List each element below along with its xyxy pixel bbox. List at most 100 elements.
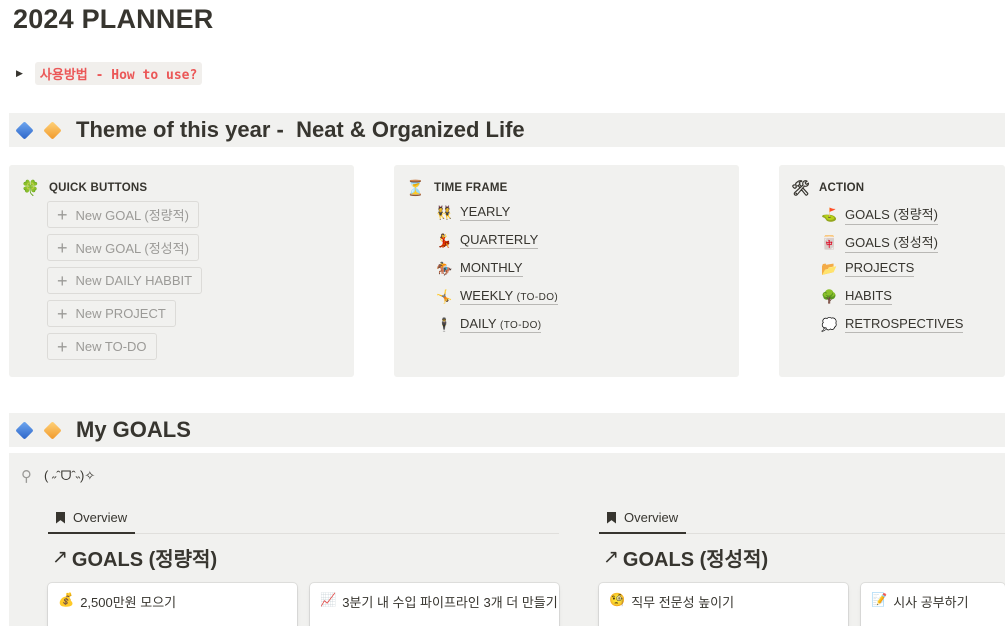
monocle-face-icon: 🧐	[609, 592, 626, 607]
time-frame-header: ⏳ TIME FRAME	[406, 179, 508, 197]
link-arrow-icon: ↗	[603, 547, 619, 568]
button-label: New GOAL (정성적)	[75, 241, 189, 256]
tab-label: Overview	[624, 510, 679, 525]
theme-title: Theme of this year - Neat & Organized Li…	[76, 117, 525, 143]
golf-flag-icon: ⛳	[821, 206, 838, 222]
action-header: 🛠 ACTION	[791, 179, 864, 197]
link-label: GOALS (정량적)	[845, 204, 938, 225]
link-monthly[interactable]: 🏇 MONTHLY	[436, 260, 523, 277]
tree-icon: 🌳	[821, 288, 838, 304]
link-label: DAILY (TO-DO)	[460, 316, 542, 333]
dancer-icon: 💃	[436, 232, 453, 248]
goal-card-label: 3분기 내 수입 파이프라인 3개 더 만들기	[342, 595, 558, 610]
new-goal-quant-button[interactable]: + New GOAL (정량적)	[47, 201, 199, 228]
kaomoji-text: ( ˶ˆᗜˆ˵)✧	[44, 468, 96, 483]
horse-racing-icon: 🏇	[436, 260, 453, 276]
goals-quant-label: GOALS (정량적)	[71, 549, 218, 571]
memo-icon: 📝	[871, 592, 888, 607]
button-label: New PROJECT	[75, 306, 166, 321]
kaomoji-line: ⚲ ( ˶ˆᗜˆ˵)✧	[21, 467, 95, 485]
link-goals-quant[interactable]: ⛳ GOALS (정량적)	[821, 204, 938, 225]
sparkle-search-icon: ⚲	[21, 468, 32, 485]
money-bag-icon: 💰	[58, 592, 75, 607]
folder-icon: 📂	[821, 260, 838, 276]
orange-diamond-icon	[43, 120, 62, 140]
link-label: RETROSPECTIVES	[845, 316, 964, 333]
button-label: New TO-DO	[75, 339, 147, 354]
new-project-button[interactable]: + New PROJECT	[47, 300, 176, 327]
cartwheel-icon: 🤸	[436, 288, 453, 304]
goals-quant-title[interactable]: ↗ GOALS (정량적)	[52, 543, 217, 572]
thought-bubble-icon: 💭	[821, 316, 838, 332]
link-daily[interactable]: 🕴 DAILY (TO-DO)	[436, 316, 542, 333]
weekly-suffix: (TO-DO)	[516, 292, 559, 303]
goal-card[interactable]: 📝 시사 공부하기	[861, 583, 1005, 626]
goal-card[interactable]: 📈 3분기 내 수입 파이프라인 3개 더 만들기	[310, 583, 559, 626]
plus-icon: +	[57, 204, 68, 225]
link-weekly[interactable]: 🤸 WEEKLY (TO-DO)	[436, 288, 559, 305]
levitating-man-icon: 🕴	[436, 316, 453, 332]
goal-card[interactable]: 💰 2,500만원 모으기	[48, 583, 297, 626]
goals-qual-title[interactable]: ↗ GOALS (정성적)	[603, 543, 768, 572]
blue-diamond-icon	[15, 420, 34, 440]
link-goals-qual[interactable]: 🀄 GOALS (정성적)	[821, 232, 938, 253]
link-label: YEARLY	[460, 204, 511, 221]
tab-overview-right[interactable]: Overview	[599, 503, 687, 534]
plus-icon: +	[57, 237, 68, 258]
link-label: MONTHLY	[460, 260, 523, 277]
plus-icon: +	[57, 270, 68, 291]
link-label: HABITS	[845, 288, 892, 305]
link-label: PROJECTS	[845, 260, 915, 277]
plus-icon: +	[57, 336, 68, 357]
button-label: New DAILY HABBIT	[75, 273, 193, 288]
mahjong-icon: 🀄	[821, 234, 838, 250]
goal-card-label: 2,500만원 모으기	[80, 595, 177, 610]
quick-buttons-card: 🍀 QUICK BUTTONS + New GOAL (정량적) + New GOA…	[9, 165, 354, 377]
my-goals-title: My GOALS	[76, 417, 191, 442]
how-to-use-toggle[interactable]: ▶ 사용방법 - How to use?	[16, 62, 203, 85]
clover-icon: 🍀	[21, 180, 40, 197]
time-frame-title: TIME FRAME	[434, 182, 508, 194]
goal-card[interactable]: 🧐 직무 전문성 높이기	[599, 583, 848, 626]
time-frame-card: ⏳ TIME FRAME 👯 YEARLY 💃 QUARTERLY 🏇 MONTHLY…	[394, 165, 739, 377]
new-goal-qual-button[interactable]: + New GOAL (정성적)	[47, 234, 199, 261]
link-projects[interactable]: 📂 PROJECTS	[821, 260, 915, 277]
action-card: 🛠 ACTION ⛳ GOALS (정량적) 🀄 GOALS (정성적) 📂 PROJ…	[779, 165, 1005, 377]
daily-suffix: (TO-DO)	[499, 320, 542, 331]
how-to-use-label: 사용방법 - How to use?	[34, 62, 203, 85]
link-label: GOALS (정성적)	[845, 232, 938, 253]
weekly-label: WEEKLY	[460, 288, 517, 303]
quick-buttons-title: QUICK BUTTONS	[49, 182, 148, 194]
link-arrow-icon: ↗	[52, 547, 68, 568]
bookmark-icon	[56, 511, 65, 524]
left-tab-row: Overview	[48, 503, 559, 534]
my-goals-heading: My GOALS	[9, 413, 1005, 447]
dancers-icon: 👯	[436, 204, 453, 220]
new-todo-button[interactable]: + New TO-DO	[47, 333, 157, 360]
theme-heading: Theme of this year - Neat & Organized Li…	[9, 113, 1005, 147]
daily-label: DAILY	[460, 316, 500, 331]
plus-icon: +	[57, 303, 68, 324]
tab-label: Overview	[73, 510, 128, 525]
bookmark-icon	[607, 511, 616, 524]
goal-card-label: 시사 공부하기	[893, 595, 969, 610]
goal-card-label: 직무 전문성 높이기	[631, 595, 735, 610]
button-label: New GOAL (정량적)	[75, 208, 189, 223]
orange-diamond-icon	[43, 420, 62, 440]
blue-diamond-icon	[15, 120, 34, 140]
tab-overview-left[interactable]: Overview	[48, 503, 136, 534]
page-title: 2024 PLANNER	[13, 4, 214, 34]
theme-value: Neat & Organized Life	[296, 117, 525, 142]
chart-up-icon: 📈	[320, 592, 337, 607]
new-daily-habit-button[interactable]: + New DAILY HABBIT	[47, 267, 203, 294]
hourglass-icon: ⏳	[406, 180, 425, 197]
link-quarterly[interactable]: 💃 QUARTERLY	[436, 232, 539, 249]
link-habits[interactable]: 🌳 HABITS	[821, 288, 892, 305]
tools-icon: 🛠	[791, 180, 811, 197]
link-yearly[interactable]: 👯 YEARLY	[436, 204, 511, 221]
toggle-triangle-icon[interactable]: ▶	[16, 68, 23, 79]
quick-buttons-header: 🍀 QUICK BUTTONS	[21, 179, 147, 197]
goals-callout: ⚲ ( ˶ˆᗜˆ˵)✧ Overview ↗ GOALS (정량적) 💰 2,5…	[9, 453, 1005, 626]
theme-prefix: Theme of this year -	[76, 117, 284, 142]
link-retrospectives[interactable]: 💭 RETROSPECTIVES	[821, 316, 964, 333]
